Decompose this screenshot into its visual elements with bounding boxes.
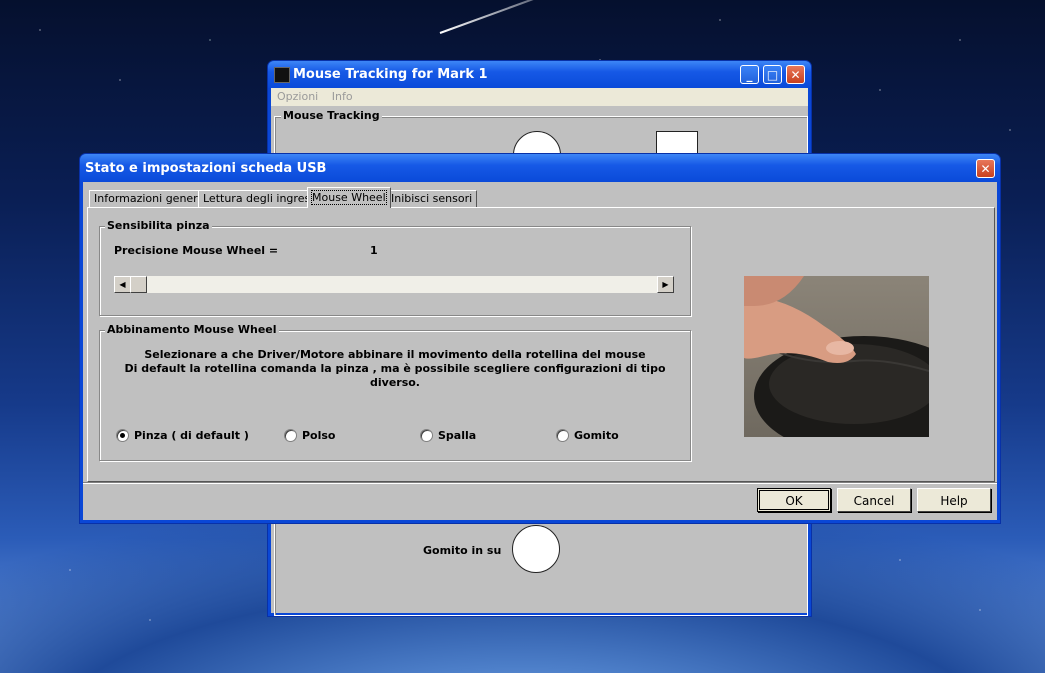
dialog-title: Stato e impostazioni scheda USB bbox=[85, 161, 327, 176]
scroll-left-icon[interactable]: ◀ bbox=[114, 276, 131, 293]
maximize-icon[interactable]: □ bbox=[763, 65, 782, 84]
menu-bar: Opzioni Info bbox=[271, 88, 808, 106]
sensitivity-group: Sensibilita pinza Precisione Mouse Wheel… bbox=[99, 219, 691, 316]
cancel-button[interactable]: Cancel bbox=[837, 488, 911, 512]
scroll-right-icon[interactable]: ▶ bbox=[657, 276, 674, 293]
precision-value: 1 bbox=[370, 244, 378, 257]
precision-label: Precisione Mouse Wheel = bbox=[114, 244, 279, 257]
tab-mouse-wheel[interactable]: Mouse Wheel bbox=[307, 187, 391, 208]
mouse-wheel-panel: Sensibilita pinza Precisione Mouse Wheel… bbox=[87, 207, 995, 482]
radio-pinza[interactable]: Pinza ( di default ) bbox=[116, 429, 249, 442]
usb-settings-dialog: Stato e impostazioni scheda USB ✕ Inform… bbox=[79, 153, 1001, 524]
description-line-2: Di default la rotellina comanda la pinza… bbox=[124, 362, 666, 389]
menu-opzioni[interactable]: Opzioni bbox=[277, 90, 318, 103]
radio-spalla[interactable]: Spalla bbox=[420, 429, 476, 442]
menu-info[interactable]: Info bbox=[332, 90, 353, 103]
radio-polso[interactable]: Polso bbox=[284, 429, 336, 442]
window-title-bar[interactable]: Mouse Tracking for Mark 1 _ □ ✕ bbox=[268, 61, 811, 88]
app-icon bbox=[274, 67, 290, 83]
sensitivity-group-label: Sensibilita pinza bbox=[105, 219, 212, 232]
tab-lettura-ingressi[interactable]: Lettura degli ingressi bbox=[198, 190, 324, 208]
indicator-circle-bottom bbox=[512, 525, 560, 573]
finger-on-mouse-image bbox=[744, 276, 929, 437]
dialog-body: Informazioni generali Lettura degli ingr… bbox=[83, 182, 997, 520]
minimize-icon[interactable]: _ bbox=[740, 65, 759, 84]
radio-unselected-icon bbox=[420, 429, 433, 442]
binding-group-label: Abbinamento Mouse Wheel bbox=[105, 323, 279, 336]
precision-slider[interactable]: ◀ ▶ bbox=[113, 275, 675, 294]
help-button[interactable]: Help bbox=[917, 488, 991, 512]
tab-inibisci-sensori[interactable]: Inibisci sensori bbox=[386, 190, 478, 208]
radio-selected-icon bbox=[116, 429, 129, 442]
window-title: Mouse Tracking for Mark 1 bbox=[293, 67, 488, 82]
description-line-1: Selezionare a che Driver/Motore abbinare… bbox=[144, 348, 646, 361]
radio-unselected-icon bbox=[284, 429, 297, 442]
binding-group: Abbinamento Mouse Wheel Selezionare a ch… bbox=[99, 323, 691, 461]
group-label: Mouse Tracking bbox=[281, 109, 382, 122]
gomito-label: Gomito in su bbox=[423, 544, 502, 557]
dialog-title-bar[interactable]: Stato e impostazioni scheda USB ✕ bbox=[80, 154, 1000, 182]
close-icon[interactable]: ✕ bbox=[786, 65, 805, 84]
binding-description: Selezionare a che Driver/Motore abbinare… bbox=[100, 348, 690, 390]
button-separator bbox=[83, 482, 997, 484]
tab-informazioni-generali[interactable]: Informazioni generali bbox=[89, 190, 216, 208]
close-icon[interactable]: ✕ bbox=[976, 159, 995, 178]
ok-button[interactable]: OK bbox=[757, 488, 831, 512]
desktop-comet bbox=[439, 0, 591, 34]
mouse-wheel-photo bbox=[744, 276, 929, 437]
slider-thumb[interactable] bbox=[130, 276, 147, 293]
radio-gomito[interactable]: Gomito bbox=[556, 429, 619, 442]
radio-unselected-icon bbox=[556, 429, 569, 442]
